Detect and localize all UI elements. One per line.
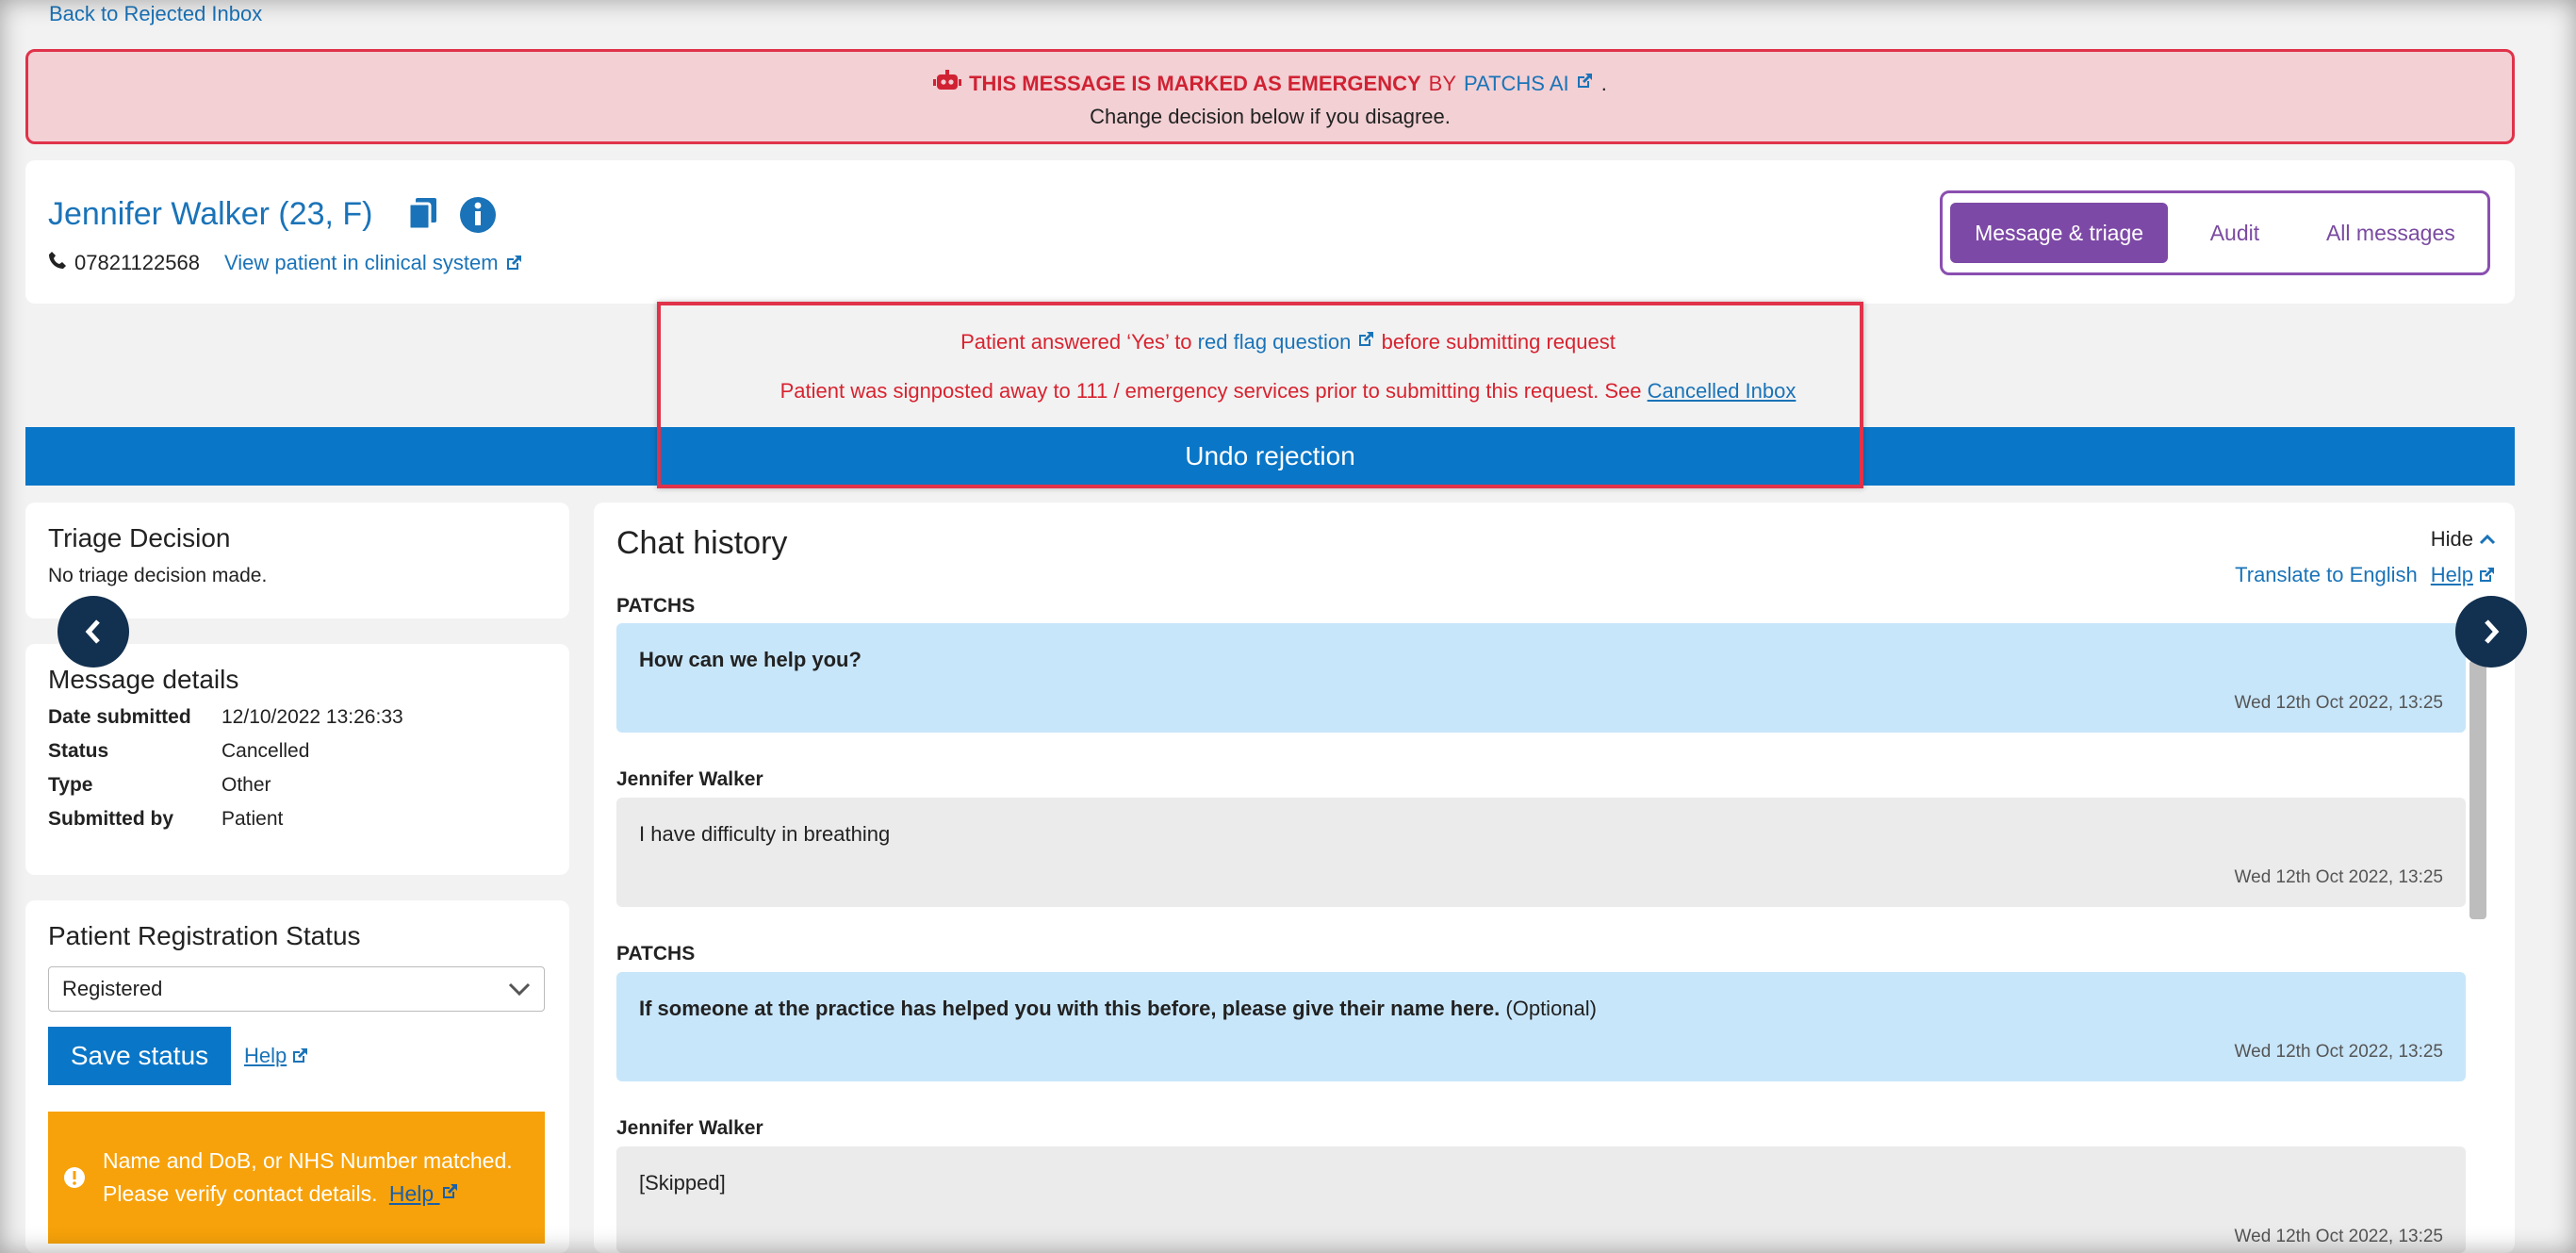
message-text: If someone at the practice has helped yo… xyxy=(639,997,1501,1020)
save-status-button[interactable]: Save status xyxy=(48,1027,231,1085)
chevron-left-icon xyxy=(85,619,100,644)
warning-help-link[interactable]: Help xyxy=(389,1181,459,1206)
message-sender: PATCHS xyxy=(616,943,696,964)
chevron-right-icon xyxy=(2485,619,2500,644)
external-link-icon xyxy=(1577,74,1592,88)
emergency-headline: THIS MESSAGE IS MARKED AS EMERGENCY xyxy=(969,72,1421,95)
triage-title: Triage Decision xyxy=(48,523,231,552)
chat-help-link[interactable]: Help xyxy=(2431,563,2496,587)
message-sender: Jennifer Walker xyxy=(616,1117,763,1139)
back-to-rejected-inbox-link[interactable]: Back to Rejected Inbox xyxy=(49,2,262,26)
triage-text: No triage decision made. xyxy=(48,565,268,586)
hide-toggle[interactable]: Hide xyxy=(2431,527,2496,552)
info-icon[interactable] xyxy=(459,196,497,239)
chat-history-card: Chat history Hide Translate to English H… xyxy=(594,503,2515,1253)
message-text: [Skipped] xyxy=(639,1171,726,1195)
next-message-button[interactable] xyxy=(2455,596,2527,668)
tab-audit[interactable]: Audit xyxy=(2174,203,2296,263)
translate-row: Translate to English Help xyxy=(2235,563,2496,587)
external-link-icon xyxy=(293,1048,308,1063)
detail-row: Submitted by Patient xyxy=(48,808,284,830)
message-text: I have difficulty in breathing xyxy=(639,822,891,846)
tab-message-triage[interactable]: Message & triage xyxy=(1950,203,2169,263)
detail-row: Status Cancelled xyxy=(48,740,310,762)
emergency-by: BY xyxy=(1428,72,1457,95)
message-sender: PATCHS xyxy=(616,595,696,617)
message-sender: Jennifer Walker xyxy=(616,768,763,790)
chat-message: How can we help you? Wed 12th Oct 2022, … xyxy=(616,623,2466,733)
message-timestamp: Wed 12th Oct 2022, 13:25 xyxy=(2234,1227,2443,1246)
registration-status-card: Patient Registration Status Registered S… xyxy=(25,900,569,1253)
emergency-banner: THIS MESSAGE IS MARKED AS EMERGENCY BY P… xyxy=(25,49,2515,144)
registration-status-select[interactable]: Registered xyxy=(48,966,545,1012)
tab-all-messages[interactable]: All messages xyxy=(2302,203,2480,263)
chat-message: I have difficulty in breathing Wed 12th … xyxy=(616,798,2466,907)
message-details-card: Message details Date submitted 12/10/2022… xyxy=(25,644,569,875)
phone-icon xyxy=(48,251,67,275)
copy-icon[interactable] xyxy=(404,194,442,237)
patient-header-card: Jennifer Walker (23, F) 07821122568 View… xyxy=(25,160,2515,304)
message-timestamp: Wed 12th Oct 2022, 13:25 xyxy=(2234,693,2443,713)
external-link-icon xyxy=(2480,568,2494,582)
view-tabs: Message & triage Audit All messages xyxy=(1940,190,2490,275)
registration-title: Patient Registration Status xyxy=(48,921,361,950)
contact-warning-box: Name and DoB, or NHS Number matched. Ple… xyxy=(48,1112,545,1244)
translate-link[interactable]: Translate to English xyxy=(2235,563,2418,587)
message-details-title: Message details xyxy=(48,665,239,694)
previous-message-button[interactable] xyxy=(57,596,129,668)
external-link-icon xyxy=(442,1184,457,1198)
phone-row: 07821122568 View patient in clinical sys… xyxy=(48,251,523,275)
message-timestamp: Wed 12th Oct 2022, 13:25 xyxy=(2234,867,2443,887)
chat-message: [Skipped] Wed 12th Oct 2022, 13:25 xyxy=(616,1146,2466,1253)
chat-scrollbar[interactable] xyxy=(2469,660,2486,919)
message-text: How can we help you? xyxy=(639,648,861,671)
chat-history-title: Chat history xyxy=(616,525,788,561)
external-link-icon xyxy=(506,256,521,270)
detail-row: Date submitted 12/10/2022 13:26:33 xyxy=(48,706,403,728)
view-in-clinical-system-link[interactable]: View patient in clinical system xyxy=(224,251,523,275)
chevron-up-icon xyxy=(2479,534,2496,545)
warning-icon xyxy=(64,1167,85,1188)
patchs-ai-link[interactable]: PATCHS AI xyxy=(1464,72,1594,96)
emergency-period: . xyxy=(1600,72,1607,95)
chevron-down-icon xyxy=(508,982,531,997)
emergency-subtext: Change decision below if you disagree. xyxy=(1090,105,1451,128)
chat-message: If someone at the practice has helped yo… xyxy=(616,972,2466,1081)
registration-help-link[interactable]: Help xyxy=(244,1044,309,1068)
patient-name: Jennifer Walker (23, F) xyxy=(48,196,373,232)
message-suffix: (Optional) xyxy=(1505,997,1597,1020)
detail-row: Type Other xyxy=(48,774,271,796)
highlight-frame xyxy=(657,302,1863,488)
patient-phone: 07821122568 xyxy=(74,251,200,274)
robot-icon xyxy=(933,69,962,99)
message-timestamp: Wed 12th Oct 2022, 13:25 xyxy=(2234,1042,2443,1062)
